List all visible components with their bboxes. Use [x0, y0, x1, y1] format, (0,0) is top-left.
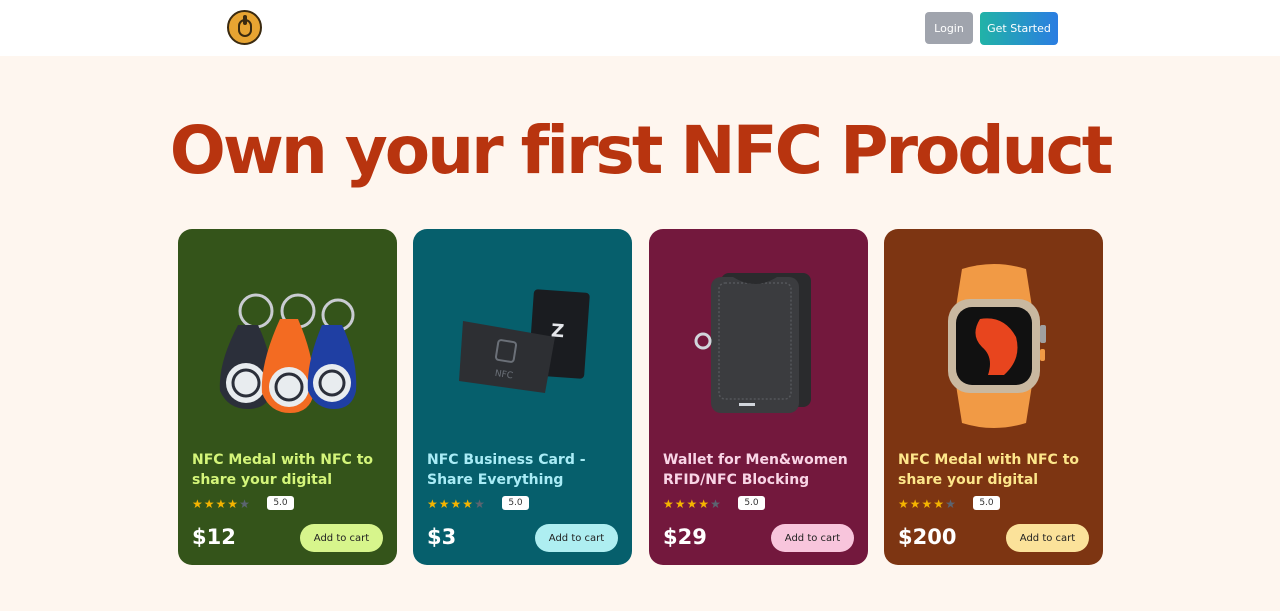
rating-badge: 5.0: [502, 496, 529, 510]
star-icon: ★: [909, 497, 922, 511]
wallet-icon: [694, 273, 811, 413]
product-card[interactable]: Z NFC NFC Business Card - Share Everythi…: [413, 229, 632, 565]
star-rating: ★★★★★: [663, 497, 722, 511]
star-icon: ★: [898, 497, 910, 511]
star-icon: ★: [192, 497, 204, 511]
add-to-cart-button[interactable]: Add to cart: [300, 524, 383, 552]
product-title: NFC Business Card - Share Everything: [427, 452, 586, 488]
star-empty-icon: ★: [945, 497, 957, 511]
star-empty-icon: ★: [239, 497, 251, 511]
star-icon: ★: [427, 497, 439, 511]
add-to-cart-button[interactable]: Add to cart: [535, 524, 618, 552]
star-icon: ★: [933, 497, 946, 511]
product-card[interactable]: Wallet for Men&women RFID/NFC Blocking ★…: [649, 229, 868, 565]
product-price: $200: [898, 525, 957, 549]
product-price: $12: [192, 525, 236, 549]
login-button[interactable]: Login: [925, 12, 973, 44]
product-title: NFC Medal with NFC to share your digital: [192, 452, 374, 488]
product-card[interactable]: NFC Medal with NFC to share your digital…: [178, 229, 397, 565]
rating-badge: 5.0: [973, 496, 1000, 510]
rating-badge: 5.0: [738, 496, 765, 510]
coin-logo-bar: [243, 15, 247, 25]
product-price: $29: [663, 525, 707, 549]
star-rating: ★★★★★: [192, 497, 251, 511]
star-rating: ★★★★★: [898, 497, 957, 511]
get-started-button[interactable]: Get Started: [980, 12, 1058, 45]
top-nav: Login Get Started: [0, 0, 1280, 56]
nfc-card-icon: Z NFC: [459, 289, 590, 393]
star-icon: ★: [686, 497, 699, 511]
star-icon: ★: [215, 497, 228, 511]
product-price: $3: [427, 525, 457, 549]
hero-title: Own your first NFC Product: [169, 112, 1114, 189]
star-rating: ★★★★★: [427, 497, 486, 511]
add-to-cart-button[interactable]: Add to cart: [771, 524, 854, 552]
star-icon: ★: [450, 497, 463, 511]
star-icon: ★: [227, 497, 240, 511]
coin-logo-icon[interactable]: [227, 10, 262, 45]
nfc-keyfob-icon: [219, 293, 357, 413]
star-icon: ★: [663, 497, 675, 511]
product-title: NFC Medal with NFC to share your digital: [898, 452, 1080, 488]
product-card[interactable]: NFC Medal with NFC to share your digital…: [884, 229, 1103, 565]
rating-badge: 5.0: [267, 496, 294, 510]
star-empty-icon: ★: [710, 497, 722, 511]
star-empty-icon: ★: [474, 497, 486, 511]
star-icon: ★: [203, 497, 216, 511]
star-icon: ★: [462, 497, 475, 511]
product-title: Wallet for Men&women RFID/NFC Blocking: [663, 452, 848, 488]
smartwatch-icon: [948, 264, 1046, 428]
star-icon: ★: [674, 497, 687, 511]
star-icon: ★: [438, 497, 451, 511]
star-icon: ★: [698, 497, 711, 511]
add-to-cart-button[interactable]: Add to cart: [1006, 524, 1089, 552]
star-icon: ★: [921, 497, 934, 511]
